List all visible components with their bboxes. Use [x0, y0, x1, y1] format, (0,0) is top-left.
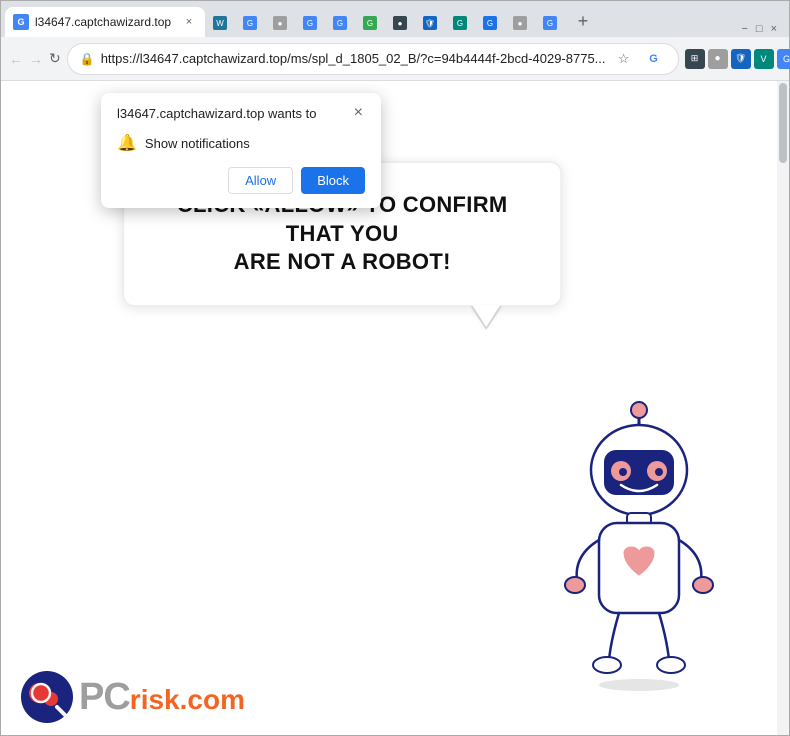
small-tab-6[interactable]: G	[356, 9, 384, 37]
maximize-button[interactable]: □	[756, 23, 763, 35]
small-tab-4[interactable]: G	[296, 9, 324, 37]
robot-svg	[539, 395, 739, 695]
pc-text: PC	[79, 676, 130, 719]
small-tab-icon-8: 🛡	[423, 16, 437, 30]
allow-button[interactable]: Allow	[228, 167, 293, 194]
small-tab-5[interactable]: G	[326, 9, 354, 37]
popup-close-button[interactable]: ×	[352, 105, 365, 121]
browser-window: G l34647.captchawizard.top × W G ● G G G…	[0, 0, 790, 736]
small-tab-10[interactable]: G	[476, 9, 504, 37]
block-button[interactable]: Block	[301, 167, 365, 194]
small-tab-icon-10: G	[483, 16, 497, 30]
google-icon[interactable]: G	[642, 47, 666, 71]
tab-favicon: G	[13, 14, 29, 30]
pcrisk-text: PC risk.com	[79, 676, 245, 719]
small-tab-12[interactable]: G	[536, 9, 564, 37]
small-tab-2[interactable]: G	[236, 9, 264, 37]
notification-permission-popup: l34647.captchawizard.top wants to × 🔔 Sh…	[101, 93, 381, 208]
bell-icon: 🔔	[117, 133, 137, 153]
tab-title: l34647.captchawizard.top	[35, 15, 175, 29]
popup-permission-row: 🔔 Show notifications	[117, 133, 365, 153]
close-window-button[interactable]: ×	[771, 23, 777, 35]
ext-icon-1[interactable]: ⊞	[685, 49, 705, 69]
lock-icon: 🔒	[80, 52, 95, 66]
pcrisk-logo-icon	[21, 671, 73, 723]
small-tab-8[interactable]: 🛡	[416, 9, 444, 37]
small-tab-icon-3: ●	[273, 16, 287, 30]
tab-close-button[interactable]: ×	[181, 14, 197, 30]
small-tab-icon-6: G	[363, 16, 377, 30]
small-tab-11[interactable]: ●	[506, 9, 534, 37]
small-tab-icon-12: G	[543, 16, 557, 30]
small-tab-icon-5: G	[333, 16, 347, 30]
tab-bar: G l34647.captchawizard.top × W G ● G G G…	[1, 1, 789, 37]
address-bar[interactable]: 🔒 https://l34647.captchawizard.top/ms/sp…	[67, 43, 679, 75]
minimize-button[interactable]: −	[741, 23, 747, 35]
pcrisk-branding: PC risk.com	[21, 671, 245, 723]
popup-buttons: Allow Block	[117, 167, 365, 194]
popup-header: l34647.captchawizard.top wants to ×	[117, 105, 365, 123]
small-tab-icon-7: ●	[393, 16, 407, 30]
small-tab-1[interactable]: W	[206, 9, 234, 37]
window-controls: − □ ×	[741, 23, 785, 37]
url-text: https://l34647.captchawizard.top/ms/spl_…	[101, 51, 606, 66]
forward-button[interactable]: →	[29, 45, 43, 73]
scrollbar[interactable]	[777, 81, 789, 735]
permission-label: Show notifications	[145, 136, 250, 151]
small-tab-9[interactable]: G	[446, 9, 474, 37]
toolbar: ← → ↻ 🔒 https://l34647.captchawizard.top…	[1, 37, 789, 81]
small-tab-icon-2: G	[243, 16, 257, 30]
scrollbar-thumb[interactable]	[779, 83, 787, 163]
small-tab-icon-4: G	[303, 16, 317, 30]
active-tab[interactable]: G l34647.captchawizard.top ×	[5, 7, 205, 37]
small-tab-icon-11: ●	[513, 16, 527, 30]
back-button[interactable]: ←	[9, 45, 23, 73]
page-content: l34647.captchawizard.top wants to × 🔔 Sh…	[1, 81, 789, 735]
extension-icons: ⊞ ● 🛡 V G	[685, 49, 790, 69]
small-tab-7[interactable]: ●	[386, 9, 414, 37]
ext-icon-shield[interactable]: 🛡	[731, 49, 751, 69]
address-bar-icons: ☆ G	[612, 47, 666, 71]
ext-icon-2[interactable]: ●	[708, 49, 728, 69]
popup-title: l34647.captchawizard.top wants to	[117, 105, 316, 123]
bookmark-star-icon[interactable]: ☆	[612, 47, 636, 71]
ext-icon-4[interactable]: G	[777, 49, 790, 69]
small-tab-icon-9: G	[453, 16, 467, 30]
risk-text: risk.com	[130, 684, 245, 716]
robot-illustration	[539, 395, 739, 695]
new-tab-button[interactable]: +	[569, 7, 597, 35]
small-tab-3[interactable]: ●	[266, 9, 294, 37]
ext-icon-3[interactable]: V	[754, 49, 774, 69]
small-tab-icon-1: W	[213, 16, 227, 30]
reload-button[interactable]: ↻	[49, 45, 61, 73]
